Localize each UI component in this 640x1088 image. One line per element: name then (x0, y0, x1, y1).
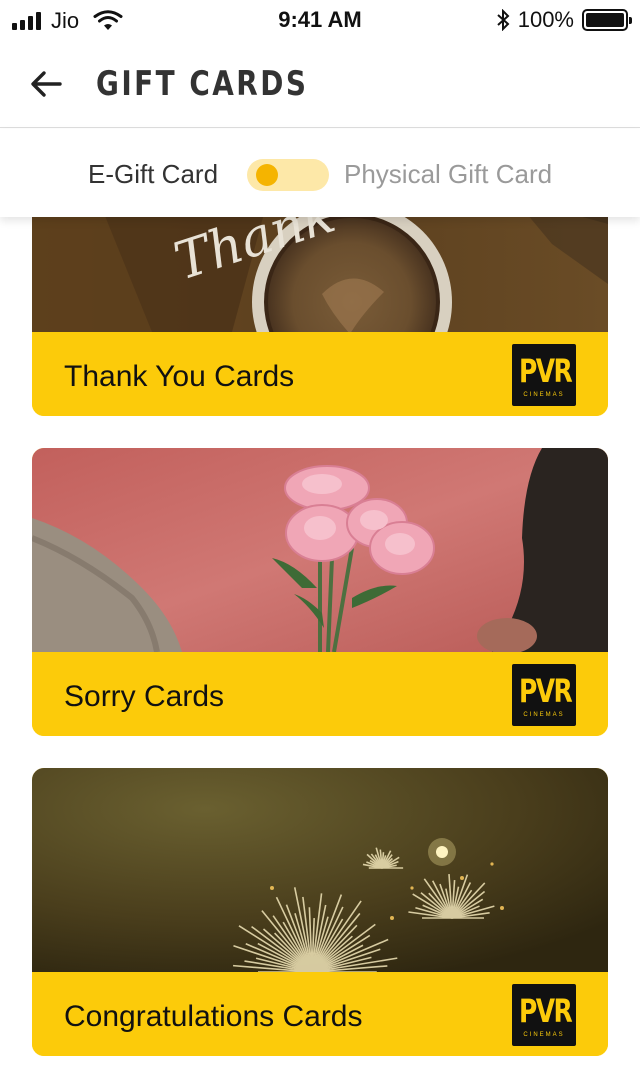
pvr-cinemas-logo: PVR CINEMAS (512, 344, 576, 406)
gift-card-thank-you[interactable]: Thank Thank You Cards PVR CINEMAS (32, 216, 608, 416)
status-bar: Jio 9:41 AM 100% (0, 0, 640, 40)
page-title: GIFT CARDS (96, 64, 309, 104)
card-image-coffee: Thank (32, 216, 608, 332)
card-image-fireworks (32, 768, 608, 972)
card-label: Congratulations Cards (64, 1000, 363, 1033)
pvr-cinemas-logo: PVR CINEMAS (512, 664, 576, 726)
battery-icon (582, 9, 632, 31)
arrow-left-icon[interactable] (26, 62, 70, 106)
physical-gift-card-label[interactable]: Physical Gift Card (344, 159, 552, 190)
battery-percent: 100% (517, 7, 574, 32)
card-label: Sorry Cards (64, 680, 225, 713)
card-footer: Congratulations Cards PVR CINEMAS (32, 972, 608, 1056)
e-gift-card-label[interactable]: E-Gift Card (88, 159, 218, 190)
gift-card-list: Thank Thank You Cards PVR CINEMAS Sorry … (0, 216, 640, 1088)
gift-card-congratulations[interactable]: Congratulations Cards PVR CINEMAS (32, 768, 608, 1056)
toggle-knob (256, 164, 278, 186)
pvr-cinemas-logo: PVR CINEMAS (512, 984, 576, 1046)
card-footer: Thank You Cards PVR CINEMAS (32, 332, 608, 416)
status-right: 100% (496, 7, 632, 33)
card-label: Thank You Cards (64, 360, 295, 393)
card-type-toggle[interactable] (247, 159, 329, 191)
card-type-switcher: E-Gift Card Physical Gift Card (0, 129, 640, 217)
card-footer: Sorry Cards PVR CINEMAS (32, 652, 608, 736)
bluetooth-icon (497, 9, 510, 31)
app-header: GIFT CARDS (0, 40, 640, 128)
card-image-roses (32, 448, 608, 652)
gift-card-sorry[interactable]: Sorry Cards PVR CINEMAS (32, 448, 608, 736)
